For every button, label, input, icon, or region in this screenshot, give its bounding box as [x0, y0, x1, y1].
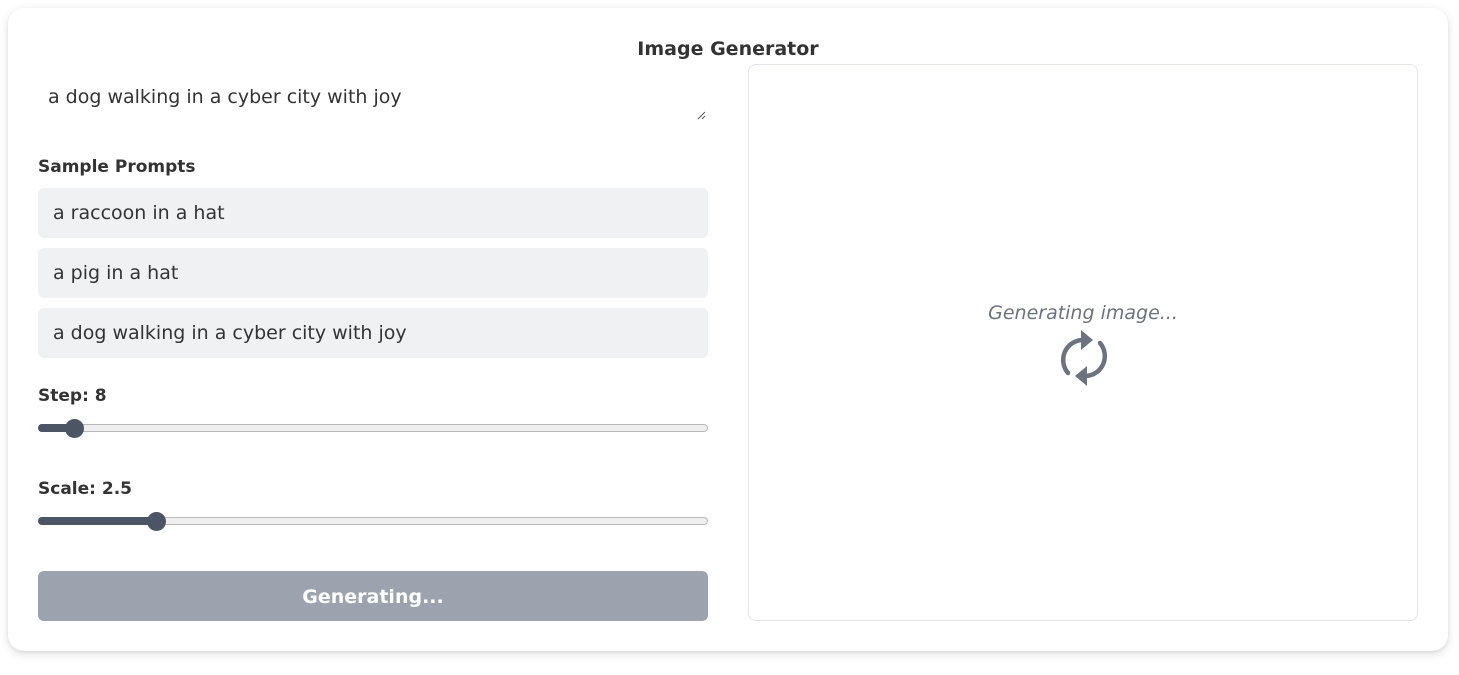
controls-panel: a dog walking in a cyber city with joy S…: [38, 70, 708, 532]
generator-card: Image Generator a dog walking in a cyber…: [8, 8, 1448, 651]
generating-status-text: Generating image...: [988, 302, 1178, 324]
image-preview-panel: Generating image...: [748, 64, 1418, 621]
step-slider-thumb[interactable]: [65, 419, 84, 438]
prompt-textarea[interactable]: a dog walking in a cyber city with joy: [38, 70, 708, 124]
scale-slider-thumb[interactable]: [147, 512, 166, 531]
prompt-text: a dog walking in a cyber city with joy: [48, 86, 402, 108]
scale-slider[interactable]: [38, 512, 708, 532]
step-slider[interactable]: [38, 419, 708, 439]
step-label: Step: 8: [38, 386, 107, 406]
sample-prompt-item[interactable]: a raccoon in a hat: [38, 188, 708, 238]
scale-slider-fill: [38, 517, 156, 525]
sample-prompts-list: a raccoon in a hat a pig in a hat a dog …: [38, 188, 708, 358]
refresh-icon: [1060, 330, 1108, 386]
step-slider-track[interactable]: [38, 424, 708, 432]
sample-prompt-item[interactable]: a pig in a hat: [38, 248, 708, 298]
scale-label: Scale: 2.5: [38, 479, 132, 499]
sample-prompts-label: Sample Prompts: [38, 157, 196, 177]
page-title: Image Generator: [637, 38, 819, 60]
generate-button[interactable]: Generating...: [38, 571, 708, 621]
sample-prompt-item[interactable]: a dog walking in a cyber city with joy: [38, 308, 708, 358]
resize-handle-icon[interactable]: [697, 111, 706, 120]
